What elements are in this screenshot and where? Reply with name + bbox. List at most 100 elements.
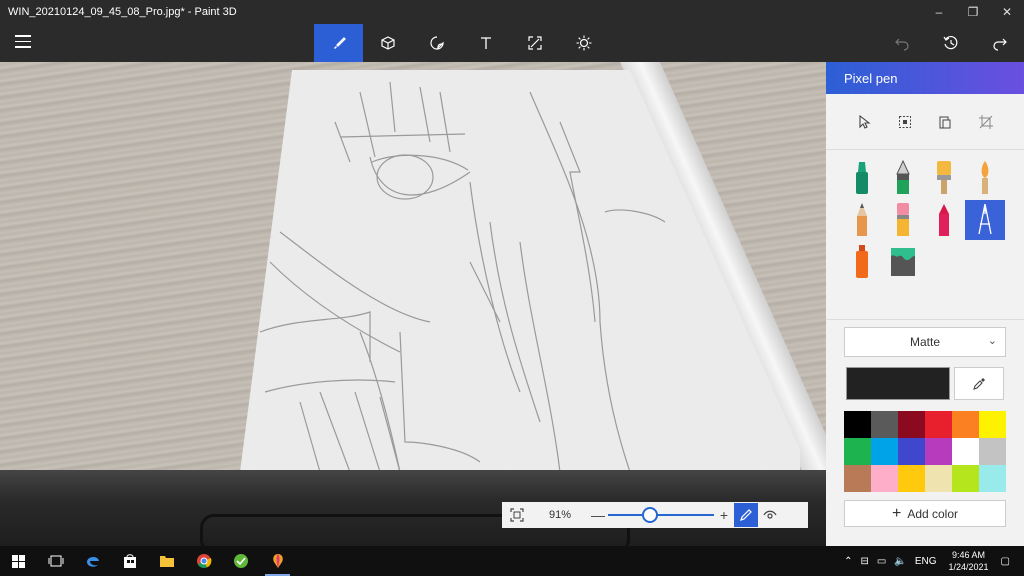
clock[interactable]: 9:46 AM 1/24/2021 [949, 549, 989, 573]
oil-brush[interactable] [924, 158, 964, 198]
close-button[interactable]: ✕ [990, 0, 1024, 24]
file-explorer-taskbar-button[interactable] [148, 546, 185, 576]
zoom-out-button[interactable]: — [588, 507, 608, 523]
color-swatch[interactable] [952, 465, 979, 492]
add-color-label: Add color [907, 506, 959, 521]
crayon-icon [939, 204, 949, 236]
color-swatch[interactable] [844, 465, 871, 492]
zoom-slider-thumb[interactable] [642, 507, 659, 523]
text-tab[interactable] [461, 24, 510, 62]
current-color-swatch[interactable] [846, 367, 950, 400]
select-tool[interactable] [852, 110, 876, 134]
windows-logo-icon [12, 554, 25, 568]
minimize-button[interactable]: – [922, 0, 956, 24]
pen-mode-button[interactable] [734, 503, 758, 527]
eyedropper-icon [973, 377, 985, 390]
paint3d-taskbar-button[interactable] [259, 546, 296, 576]
effects-tab[interactable] [559, 24, 608, 62]
system-tray: ⌃ ⊟ ▭ 🔈 ENG 9:46 AM 1/24/2021 ▢ [840, 546, 1024, 576]
crayon-brush[interactable] [924, 200, 964, 240]
spray-can-icon [856, 245, 868, 278]
pencil-brush[interactable] [842, 200, 882, 240]
redo-icon [992, 38, 1007, 51]
pencil-icon [857, 203, 867, 236]
crop-tool[interactable] [974, 110, 998, 134]
window-title: WIN_20210124_09_45_08_Pro.jpg* - Paint 3… [8, 6, 237, 18]
color-swatch[interactable] [871, 465, 898, 492]
history-button[interactable] [926, 24, 975, 62]
color-swatch[interactable] [871, 411, 898, 438]
network-icon[interactable]: ⊟ [861, 556, 869, 567]
chevron-down-icon: ⌄ [987, 335, 997, 347]
color-swatch[interactable] [979, 465, 1006, 492]
redo-button[interactable] [975, 24, 1024, 62]
color-swatch[interactable] [952, 411, 979, 438]
color-swatch[interactable] [925, 438, 952, 465]
eyedropper-button[interactable] [954, 367, 1004, 400]
fit-to-window-button[interactable] [502, 508, 532, 522]
view-mode-button[interactable] [758, 503, 782, 527]
zoom-percent: 91% [548, 509, 572, 521]
color-swatch[interactable] [898, 438, 925, 465]
pencil-sketch [259, 81, 666, 472]
3d-shapes-icon [380, 36, 395, 50]
color-swatch[interactable] [979, 438, 1006, 465]
undo-icon [894, 38, 909, 51]
marker-brush[interactable] [842, 158, 882, 198]
pen-icon [740, 509, 752, 521]
windows-taskbar: ⌃ ⊟ ▭ 🔈 ENG 9:46 AM 1/24/2021 ▢ [0, 546, 1024, 576]
selection-tools [826, 94, 1024, 150]
eraser-brush[interactable] [883, 200, 923, 240]
notifications-icon[interactable]: ▢ [1001, 556, 1010, 567]
color-swatch[interactable] [925, 411, 952, 438]
edge-taskbar-button[interactable] [74, 546, 111, 576]
3d-shapes-tab[interactable] [363, 24, 412, 62]
marquee-select-tool[interactable] [893, 110, 917, 134]
volume-icon[interactable]: 🔈 [894, 556, 906, 567]
history-controls [877, 24, 1024, 62]
color-swatch[interactable] [898, 411, 925, 438]
stickers-tab[interactable] [412, 24, 461, 62]
undo-button[interactable] [877, 24, 926, 62]
marker-icon [856, 162, 868, 194]
battery-icon[interactable]: ▭ [877, 556, 886, 567]
language-indicator[interactable]: ENG [915, 556, 937, 567]
top-toolbar [0, 24, 1024, 62]
watercolor-brush[interactable] [965, 158, 1005, 198]
fill-bucket-brush[interactable] [883, 242, 923, 282]
paint3d-icon [272, 554, 283, 568]
color-swatch[interactable] [844, 438, 871, 465]
effects-icon [576, 35, 591, 51]
color-swatch[interactable] [898, 465, 925, 492]
stickers-icon [429, 36, 444, 50]
fit-screen-icon [510, 508, 524, 522]
calligraphy-pen-icon [896, 160, 910, 194]
store-taskbar-button[interactable] [111, 546, 148, 576]
spray-can-brush[interactable] [842, 242, 882, 282]
menu-icon[interactable] [15, 35, 31, 49]
zoom-bar: 91% — + [502, 502, 808, 528]
maximize-button[interactable]: ❐ [956, 0, 990, 24]
greenshot-taskbar-button[interactable] [222, 546, 259, 576]
pixel-pen-brush[interactable] [965, 200, 1005, 240]
color-swatch[interactable] [871, 438, 898, 465]
zoom-slider-track [608, 514, 714, 516]
color-swatch[interactable] [844, 411, 871, 438]
canvas-tab[interactable] [510, 24, 559, 62]
start-button[interactable] [0, 546, 37, 576]
zoom-in-button[interactable]: + [714, 507, 734, 523]
add-color-button[interactable]: + Add color [844, 500, 1006, 527]
drawing-canvas[interactable]: 91% — + [0, 62, 826, 546]
store-icon [123, 554, 136, 568]
brushes-tab[interactable] [314, 24, 363, 62]
calligraphy-pen-brush[interactable] [883, 158, 923, 198]
paste-tool[interactable] [933, 110, 957, 134]
finish-dropdown[interactable]: Matte ⌄ [844, 327, 1006, 357]
chrome-taskbar-button[interactable] [185, 546, 222, 576]
color-swatch[interactable] [925, 465, 952, 492]
chevron-up-icon[interactable]: ⌃ [844, 556, 852, 567]
task-view-button[interactable] [37, 546, 74, 576]
color-swatch[interactable] [952, 438, 979, 465]
zoom-slider[interactable] [608, 502, 714, 528]
color-swatch[interactable] [979, 411, 1006, 438]
